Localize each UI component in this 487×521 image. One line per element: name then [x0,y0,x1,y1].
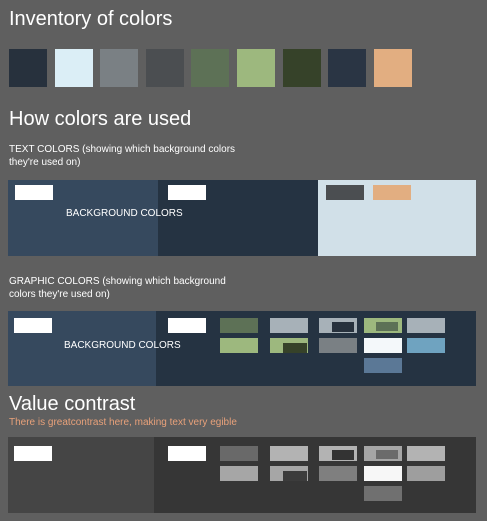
contrast-chip-inset-2 [332,450,354,460]
text-chip-white-on-navy [168,185,206,200]
contrast-chip-grey-dark [220,446,258,461]
contrast-chip-grey-light [220,466,258,481]
palette-swatch [328,49,366,87]
palette-swatch [283,49,321,87]
graphic-chip-light-blue [407,338,445,353]
inventory-title: Inventory of colors [9,8,173,30]
text-colors-caption: TEXT COLORS (showing which background co… [9,144,236,168]
graphic-chip-inset-green [376,322,398,331]
palette-swatch [9,49,47,87]
contrast-chip-grey-lighter [270,446,308,461]
palette-swatch [146,49,184,87]
contrast-title: Value contrast [9,393,136,415]
text-panel-background-label: BACKGROUND COLORS [66,208,183,219]
graphic-chip-green-with-inset [270,338,308,353]
contrast-chip-inset-3 [376,450,398,459]
palette-swatch [100,49,138,87]
graphic-chip-white [364,338,402,353]
palette-swatch [55,49,93,87]
graphic-panel-background-label: BACKGROUND COLORS [64,340,181,351]
contrast-chip-white-1 [14,446,52,461]
graphic-chip-light-green [220,338,258,353]
contrast-chip-grey-blue-equivalent [407,466,445,481]
text-chip-grey-on-light [326,185,364,200]
contrast-chip-white-3 [364,466,402,481]
graphic-chip-grey-light-2 [407,318,445,333]
graphic-chip-white-on-navy [168,318,206,333]
contrast-note: There is greatcontrast here, making text… [9,417,237,428]
palette-swatch [191,49,229,87]
graphic-chip-grey-with-inset [319,318,357,333]
graphic-chip-inset-navy [332,322,354,332]
graphic-chip-steel [364,358,402,373]
contrast-chip-grey-steel [364,486,402,501]
graphic-chip-white-on-blue [14,318,52,333]
contrast-chip-white-2 [168,446,206,461]
palette-swatch [237,49,275,87]
contrast-chip-grey-with-inset-3 [364,446,402,461]
text-chip-white-on-blue [15,185,53,200]
contrast-chip-inset-1 [283,471,307,481]
graphic-chip-green-with-inset-2 [364,318,402,333]
contrast-chip-grey-mid [319,466,357,481]
contrast-chip-grey-lighter-2 [407,446,445,461]
graphic-chip-dark-green [220,318,258,333]
graphic-colors-caption: GRAPHIC COLORS (showing which background… [9,276,226,300]
contrast-chip-grey-with-inset [270,466,308,481]
graphic-chip-grey-light [270,318,308,333]
palette-swatch [374,49,412,87]
usage-title: How colors are used [9,108,192,130]
contrast-chip-grey-with-inset-2 [319,446,357,461]
graphic-chip-inset-olive [283,343,307,353]
text-chip-tan-on-light [373,185,411,200]
graphic-chip-grey-mid [319,338,357,353]
